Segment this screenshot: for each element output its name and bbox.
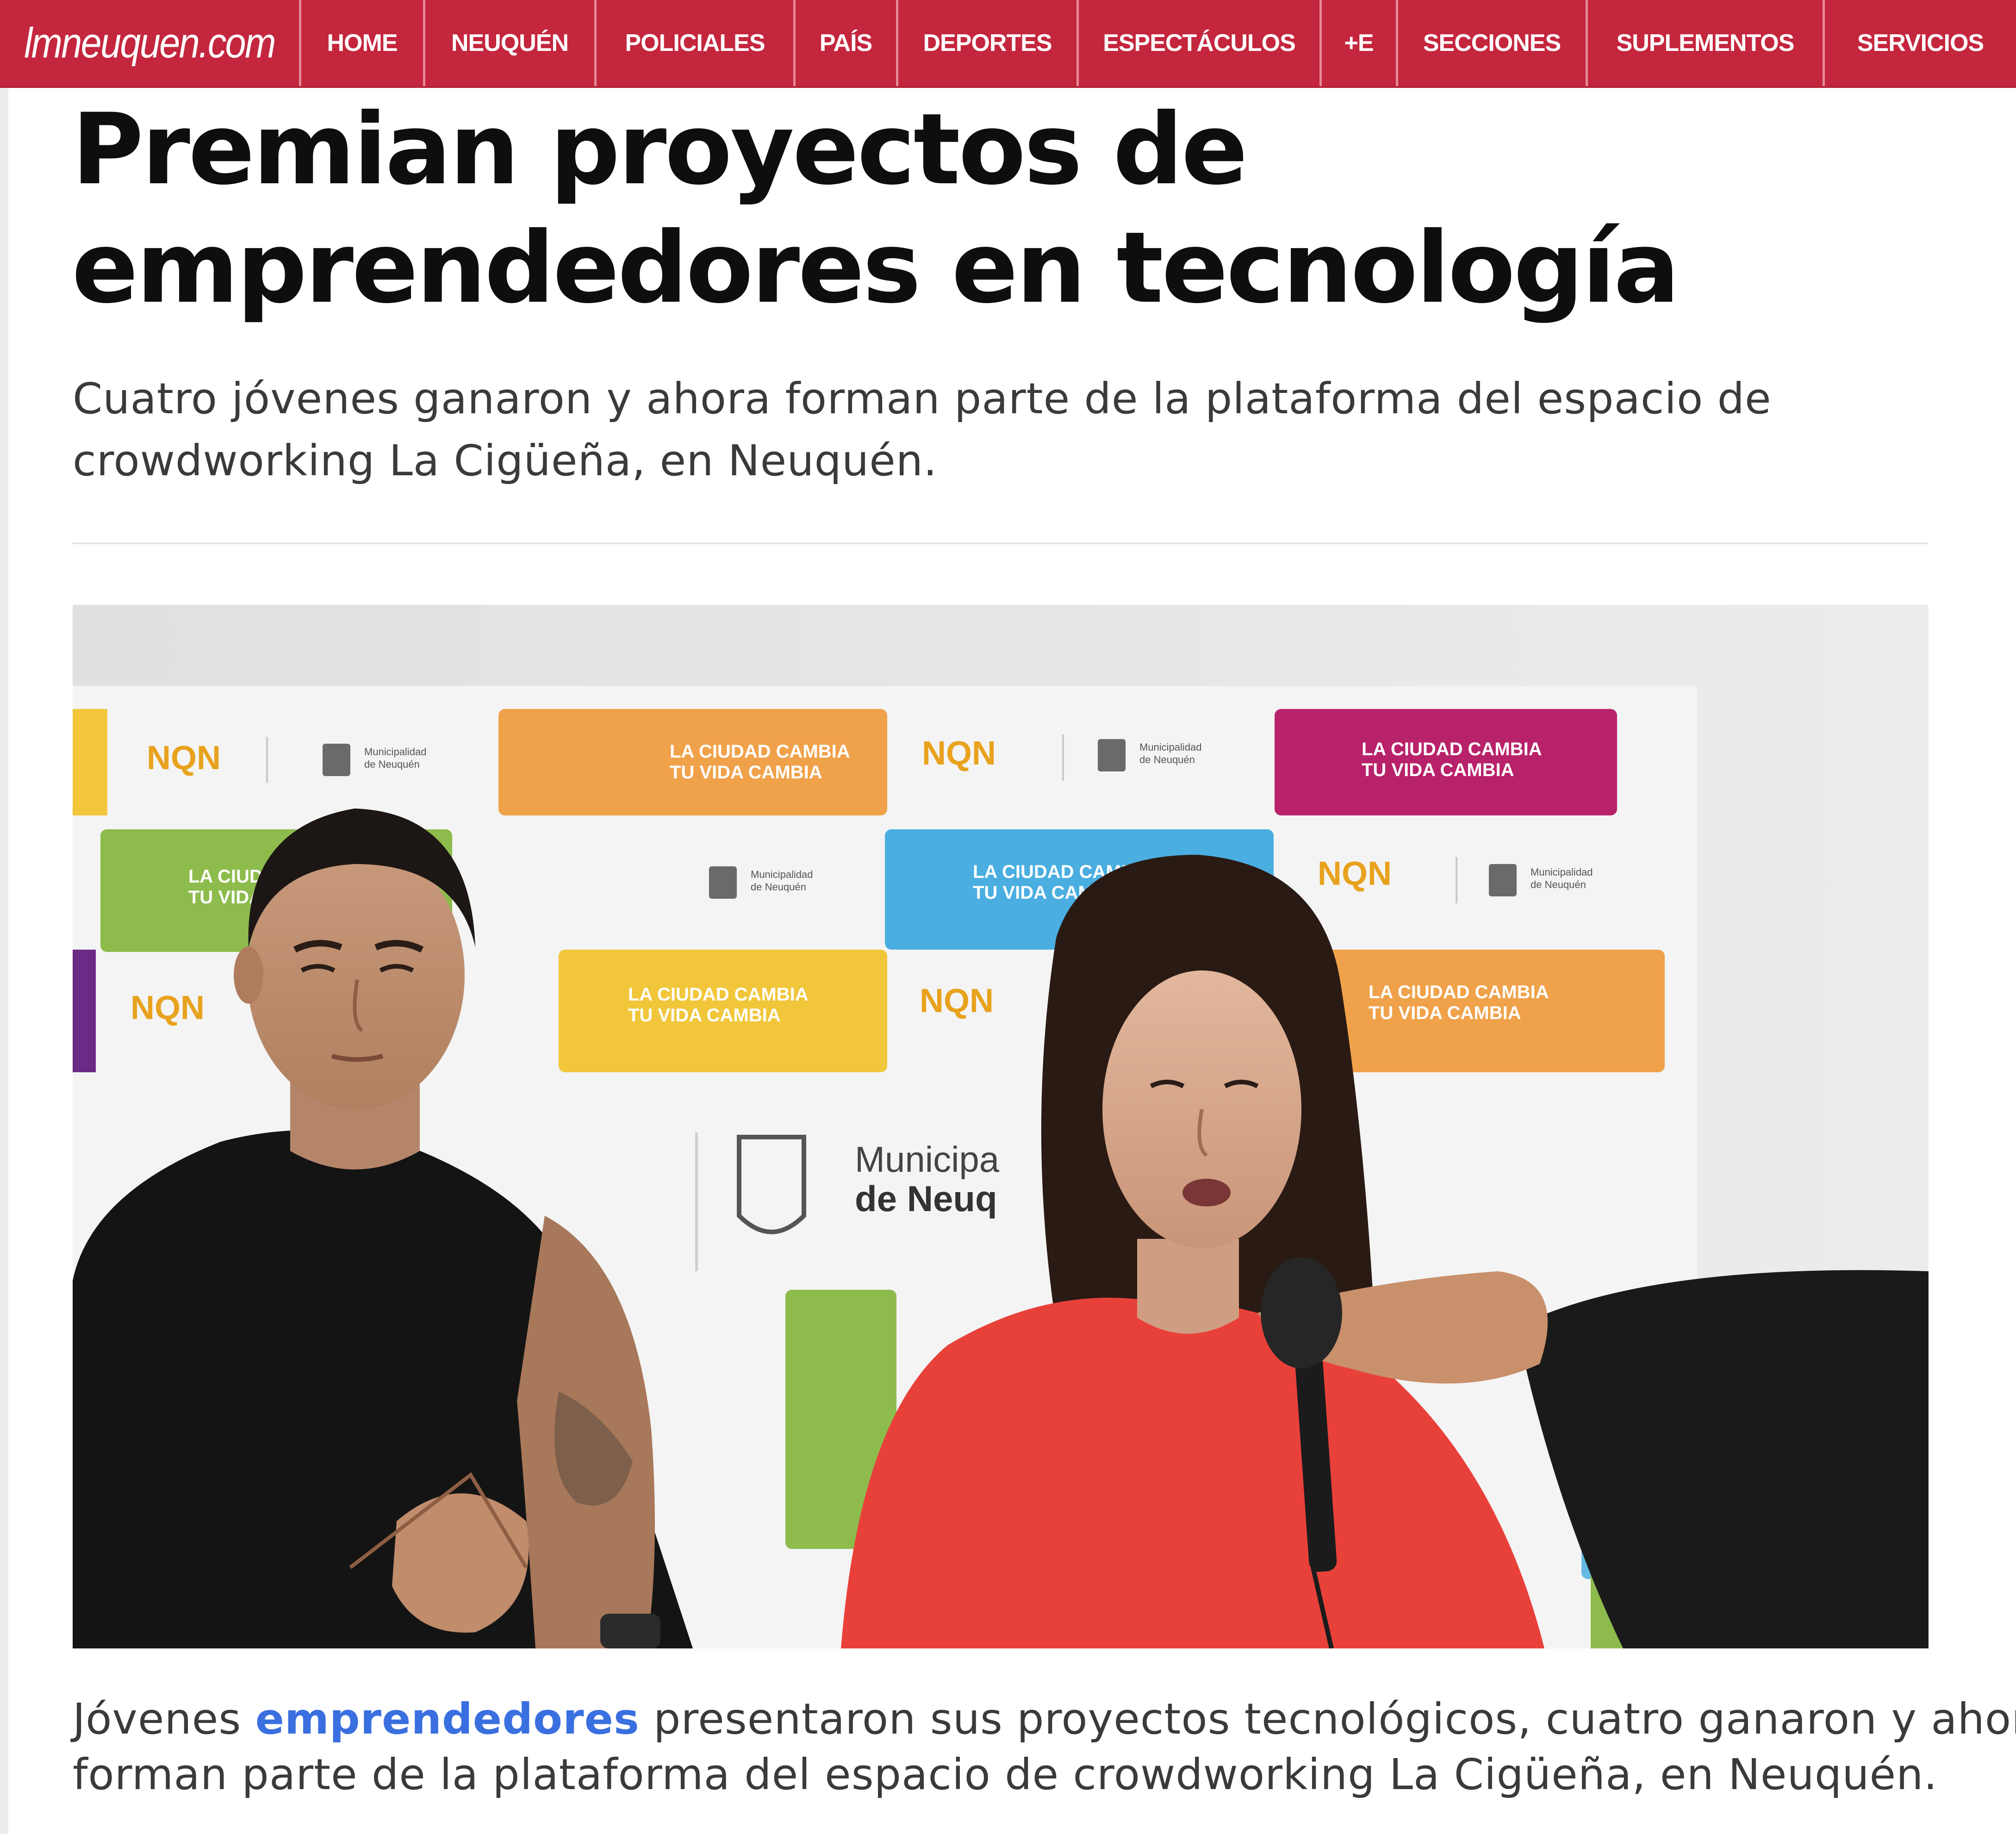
nav-menu: HOME NEUQUÉN POLICIALES PAÍS DEPORTES ES… [299,0,2016,86]
svg-text:de Neuquén: de Neuquén [1139,754,1195,765]
svg-text:Municipalidad: Municipalidad [1139,741,1202,753]
svg-text:de Neuquén: de Neuquén [364,758,420,770]
lead-line-2: crowdworking La Cigüeña, en Neuquén. [73,436,938,485]
svg-text:NQN: NQN [1318,855,1392,892]
caption-prefix: Jóvenes [73,1694,255,1744]
svg-text:LA CIUDAD CAMBIA: LA CIUDAD CAMBIA [670,741,850,762]
headline-line-2: emprendedores en tecnología [72,211,1680,325]
top-navigation-bar: lmneuquen.com HOME NEUQUÉN POLICIALES PA… [0,0,2016,88]
svg-text:Municipalidad: Municipalidad [1531,866,1593,878]
nav-item-pais[interactable]: PAÍS [793,0,896,86]
svg-text:LA CIUDAD CAMBIA: LA CIUDAD CAMBIA [1362,739,1542,759]
article-photo[interactable]: LA CIUDAD CAMBIA TU VIDA CAMBIA LA CIUDA… [73,605,1929,1648]
svg-text:NQN: NQN [131,989,205,1026]
lead-line-1: Cuatro jóvenes ganaron y ahora forman pa… [73,374,1772,423]
nav-item-secciones[interactable]: SECCIONES [1396,0,1586,86]
caption-line-2: forman parte de la plataforma del espaci… [73,1750,1938,1799]
svg-text:NQN: NQN [147,740,221,777]
svg-text:NQN: NQN [922,735,996,772]
headline-line-1: Premian proyectos de [72,92,1248,206]
photo-illustration: LA CIUDAD CAMBIA TU VIDA CAMBIA LA CIUDA… [73,605,1929,1648]
svg-text:de Neuquén: de Neuquén [751,881,806,893]
nav-item-mas-e[interactable]: +E [1319,0,1396,86]
svg-text:Municipalidad: Municipalidad [751,869,813,880]
svg-text:Municipalidad: Municipalidad [364,746,427,758]
svg-text:LA CIUDAD CAMBIA: LA CIUDAD CAMBIA [628,984,809,1005]
svg-text:TU VIDA CAMBIA: TU VIDA CAMBIA [1369,1003,1521,1023]
nav-item-policiales[interactable]: POLICIALES [594,0,793,86]
svg-text:de Neuquén: de Neuquén [1531,879,1586,890]
article-lead: Cuatro jóvenes ganaron y ahora forman pa… [73,368,1924,492]
nav-item-home[interactable]: HOME [299,0,423,86]
caption-link-emprendedores[interactable]: emprendedores [255,1694,640,1744]
svg-text:de Neuq: de Neuq [855,1178,997,1219]
divider [73,542,1929,544]
nav-item-suplementos[interactable]: SUPLEMENTOS [1586,0,1823,86]
site-logo[interactable]: lmneuquen.com [18,0,281,86]
nav-item-espectaculos[interactable]: ESPECTÁCULOS [1076,0,1319,86]
article-headline: Premian proyectos de emprendedores en te… [72,90,1830,327]
caption-rest: presentaron sus proyectos tecnológicos, … [639,1694,2016,1744]
svg-text:LA CIUDAD CAMBIA: LA CIUDAD CAMBIA [1369,982,1549,1002]
svg-text:TU VIDA CAMBIA: TU VIDA CAMBIA [670,762,822,783]
svg-text:NQN: NQN [920,982,994,1020]
svg-text:Municipa: Municipa [855,1139,1000,1180]
photo-caption: Jóvenes emprendedores presentaron sus pr… [73,1691,2016,1803]
nav-item-neuquen[interactable]: NEUQUÉN [423,0,594,86]
svg-text:TU VIDA CAMBIA: TU VIDA CAMBIA [1362,760,1514,780]
svg-text:TU VIDA CAMBIA: TU VIDA CAMBIA [628,1005,781,1026]
caption-line-1: Jóvenes emprendedores presentaron sus pr… [73,1691,2016,1747]
nav-item-servicios[interactable]: SERVICIOS [1823,0,2016,86]
nav-item-deportes[interactable]: DEPORTES [896,0,1076,86]
left-page-strip [0,88,8,1834]
